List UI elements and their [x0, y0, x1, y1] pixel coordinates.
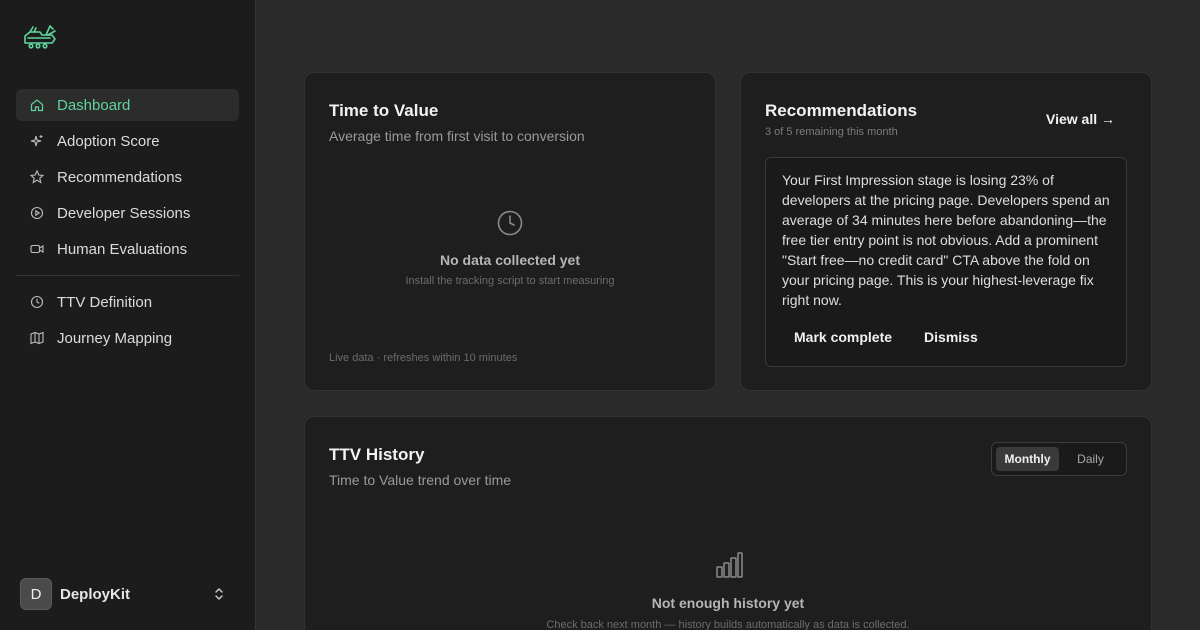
card-subtitle: Average time from first visit to convers…	[329, 128, 585, 144]
card-title: TTV History	[329, 445, 425, 464]
recommendations-card: Recommendations 3 of 5 remaining this mo…	[740, 72, 1152, 391]
sidebar-item-journey-mapping[interactable]: Journey Mapping	[16, 322, 239, 354]
recommendation-text: Your First Impression stage is losing 23…	[782, 172, 1110, 308]
empty-state-subtitle: Install the tracking script to start mea…	[405, 275, 615, 287]
mark-complete-button[interactable]: Mark complete	[794, 329, 892, 345]
recommendation-actions: Mark complete Dismiss	[794, 329, 978, 345]
sidebar-item-label: Adoption Score	[57, 132, 160, 150]
sidebar-item-ttv-definition[interactable]: TTV Definition	[16, 286, 239, 318]
sidebar-item-label: Journey Mapping	[57, 329, 173, 347]
sidebar-item-human-evaluations[interactable]: Human Evaluations	[16, 233, 239, 265]
card-subtitle: Time to Value trend over time	[329, 472, 512, 488]
sidebar-item-dashboard[interactable]: Dashboard	[16, 89, 239, 121]
sidebar-item-label: Dashboard	[57, 96, 131, 114]
ttv-history-card: TTV History Time to Value trend over tim…	[304, 416, 1152, 630]
card-title: Time to Value	[329, 101, 439, 120]
empty-state-subtitle: Check back next month — history builds a…	[546, 619, 910, 630]
clock-icon	[30, 295, 44, 309]
card-title: Recommendations	[765, 101, 918, 120]
sidebar-item-label: Developer Sessions	[57, 204, 191, 222]
toggle-monthly[interactable]: Monthly	[996, 447, 1059, 471]
video-icon	[30, 242, 44, 256]
dismiss-button[interactable]: Dismiss	[924, 329, 978, 345]
sidebar-item-adoption-score[interactable]: Adoption Score	[16, 125, 239, 157]
sidebar-item-label: Recommendations	[57, 168, 183, 186]
sidebar: Dashboard Adoption Score Recommendations…	[0, 0, 256, 630]
live-data-footnote: Live data · refreshes within 10 minutes	[329, 352, 518, 364]
star-icon	[30, 170, 44, 184]
sidebar-item-label: Human Evaluations	[57, 240, 188, 258]
workspace-avatar: D	[20, 578, 52, 610]
sidebar-item-developer-sessions[interactable]: Developer Sessions	[16, 197, 239, 229]
time-to-value-card: Time to Value Average time from first vi…	[304, 72, 716, 391]
empty-state-title: No data collected yet	[439, 252, 581, 268]
sidebar-item-recommendations[interactable]: Recommendations	[16, 161, 239, 193]
play-circle-icon	[30, 206, 44, 220]
clock-icon	[496, 209, 524, 237]
sparkle-icon	[30, 134, 44, 148]
card-subtitle: 3 of 5 remaining this month	[765, 126, 898, 138]
bar-chart-icon	[715, 551, 743, 579]
view-all-link[interactable]: View all →	[1046, 111, 1115, 127]
sidebar-divider	[16, 275, 239, 276]
deploykit-logo-icon[interactable]	[22, 22, 58, 50]
sidebar-nav: Dashboard Adoption Score Recommendations…	[16, 89, 239, 358]
empty-state-title: Not enough history yet	[651, 595, 805, 611]
period-toggle: Monthly Daily	[991, 442, 1127, 476]
map-icon	[30, 331, 44, 345]
workspace-switcher[interactable]: D DeployKit	[20, 578, 236, 610]
sidebar-item-label: TTV Definition	[57, 293, 153, 311]
workspace-name: DeployKit	[60, 585, 131, 603]
recommendation-item: Your First Impression stage is losing 23…	[765, 157, 1127, 367]
chevron-up-down-icon	[214, 587, 224, 601]
home-icon	[30, 98, 44, 112]
toggle-daily[interactable]: Daily	[1059, 447, 1122, 471]
